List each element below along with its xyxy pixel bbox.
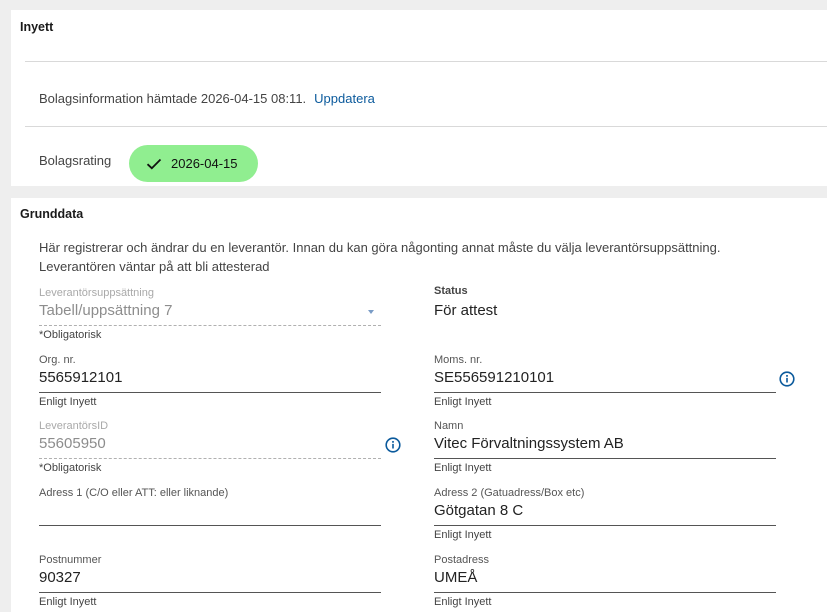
inyett-title: Inyett <box>20 20 54 34</box>
supplier-id-hint: *Obligatorisk <box>39 462 102 474</box>
rating-badge: 2026-04-15 <box>129 145 258 182</box>
moms-nr-field[interactable]: Moms. nr. SE556591210101 Enligt Inyett <box>434 354 776 410</box>
supplier-id-value: 55605950 <box>39 435 106 452</box>
address2-label: Adress 2 (Gatuadress/Box etc) <box>434 487 585 499</box>
supplier-set-select[interactable]: Leverantörsuppsättning Tabell/uppsättnin… <box>39 287 381 343</box>
postadress-value: UMEÅ <box>434 569 478 586</box>
field-underline <box>39 458 381 459</box>
field-underline <box>434 592 776 593</box>
postadress-label: Postadress <box>434 554 490 566</box>
divider <box>25 61 827 62</box>
intro-line: Leverantören väntar på att bli attestera… <box>39 259 270 274</box>
grunddata-panel: Grunddata Här registrerar och ändrar du … <box>11 198 827 612</box>
status-label: Status <box>434 285 468 297</box>
supplier-set-hint: *Obligatorisk <box>39 329 102 341</box>
address2-value: Götgatan 8 C <box>434 502 524 519</box>
field-underline <box>434 392 776 393</box>
divider <box>25 126 827 127</box>
status-field: Status För attest <box>434 285 776 325</box>
status-value: För attest <box>434 302 498 319</box>
info-icon[interactable] <box>779 371 795 387</box>
chevron-down-icon <box>368 310 374 314</box>
postnummer-value: 90327 <box>39 569 81 586</box>
postnummer-label: Postnummer <box>39 554 102 566</box>
supplier-set-value: Tabell/uppsättning 7 <box>39 302 173 319</box>
moms-nr-value: SE556591210101 <box>434 369 555 386</box>
info-icon[interactable] <box>385 437 401 453</box>
address2-hint: Enligt Inyett <box>434 529 492 541</box>
field-underline <box>434 525 776 526</box>
org-nr-hint: Enligt Inyett <box>39 396 97 408</box>
supplier-id-field[interactable]: LeverantörsID 55605950 *Obligatorisk <box>39 420 381 476</box>
name-value: Vitec Förvaltningssystem AB <box>434 435 624 452</box>
postadress-hint: Enligt Inyett <box>434 596 492 608</box>
address2-field[interactable]: Adress 2 (Gatuadress/Box etc) Götgatan 8… <box>434 487 776 543</box>
moms-nr-hint: Enligt Inyett <box>434 396 492 408</box>
rating-label: Bolagsrating <box>39 153 112 168</box>
supplier-id-label: LeverantörsID <box>39 420 109 432</box>
field-underline <box>39 325 381 326</box>
postadress-field[interactable]: Postadress UMEÅ Enligt Inyett <box>434 554 776 610</box>
name-field[interactable]: Namn Vitec Förvaltningssystem AB Enligt … <box>434 420 776 476</box>
name-label: Namn <box>434 420 464 432</box>
org-nr-value: 5565912101 <box>39 369 123 386</box>
moms-nr-label: Moms. nr. <box>434 354 483 366</box>
field-underline <box>39 525 381 526</box>
postnummer-hint: Enligt Inyett <box>39 596 97 608</box>
address1-field[interactable]: Adress 1 (C/O eller ATT: eller liknande) <box>39 487 381 532</box>
org-nr-label: Org. nr. <box>39 354 76 366</box>
field-underline <box>434 458 776 459</box>
update-link[interactable]: Uppdatera <box>314 91 375 106</box>
postnummer-field[interactable]: Postnummer 90327 Enligt Inyett <box>39 554 381 610</box>
field-underline <box>39 592 381 593</box>
intro-line: Här registrerar och ändrar du en leveran… <box>39 240 721 255</box>
name-hint: Enligt Inyett <box>434 462 492 474</box>
company-info-text: Bolagsinformation hämtade 2026-04-15 08:… <box>39 91 307 106</box>
company-info-line: Bolagsinformation hämtade 2026-04-15 08:… <box>39 91 375 106</box>
org-nr-field[interactable]: Org. nr. 5565912101 Enligt Inyett <box>39 354 381 410</box>
supplier-set-label: Leverantörsuppsättning <box>39 287 154 299</box>
grunddata-title: Grunddata <box>20 207 84 221</box>
inyett-panel: Inyett Bolagsinformation hämtade 2026-04… <box>11 10 827 186</box>
intro-text: Här registrerar och ändrar du en leveran… <box>39 238 799 276</box>
checkmark-icon <box>146 158 162 169</box>
address1-label: Adress 1 (C/O eller ATT: eller liknande) <box>39 487 229 499</box>
rating-date: 2026-04-15 <box>171 156 238 171</box>
field-underline <box>39 392 381 393</box>
